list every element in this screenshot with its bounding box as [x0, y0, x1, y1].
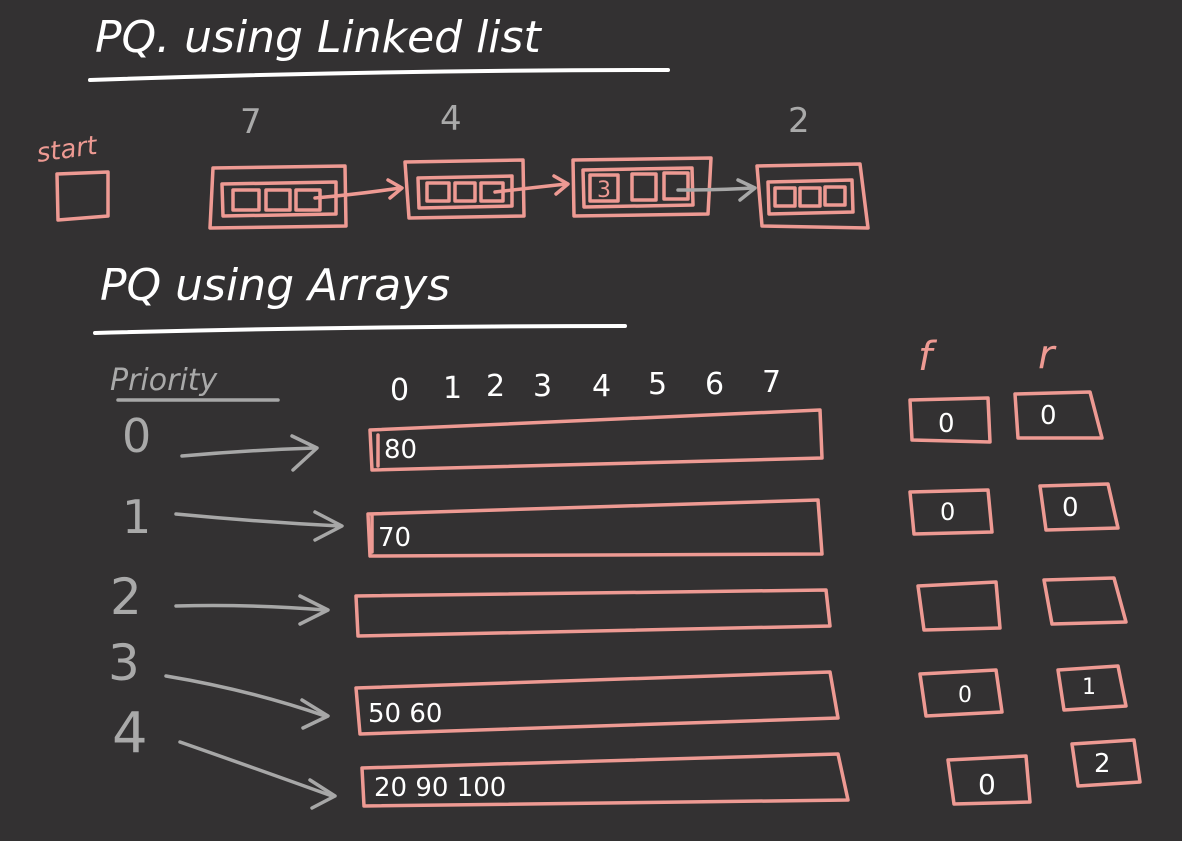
priority-arrow: [174, 510, 344, 542]
priority-arrow: [164, 674, 330, 730]
start-pointer-box: [55, 170, 110, 222]
array-contents: 70: [378, 523, 411, 553]
next-pointer-arrow: [493, 174, 570, 196]
index-label: 1: [443, 371, 462, 406]
priority-row: 0 80 0 0: [122, 390, 1104, 472]
priority-arrow: [178, 740, 337, 810]
front-value: 0: [978, 768, 996, 801]
priority-array: [354, 588, 832, 638]
priority-row: 1 70 0 0: [122, 482, 1120, 558]
linked-list-title: PQ. using Linked list: [95, 12, 542, 63]
node-value: 3: [597, 178, 611, 203]
rear-value: 2: [1094, 749, 1111, 779]
array-contents: 80: [384, 435, 417, 465]
priority-array: [368, 408, 824, 472]
index-label: 7: [762, 365, 781, 400]
arrays-title-underline: [93, 324, 627, 335]
rear-value: 0: [1062, 493, 1079, 523]
node-priority: 7: [240, 102, 262, 142]
priority-arrow: [174, 594, 330, 626]
index-label: 2: [486, 369, 505, 404]
index-label: 4: [592, 369, 611, 404]
index-label: 3: [533, 369, 552, 404]
node-priority: 2: [788, 101, 810, 141]
priority-row: 2: [110, 568, 1128, 638]
front-value: 0: [938, 409, 955, 439]
whiteboard: PQ. using Linked list start 7 4 2 3 PQ u…: [0, 0, 1182, 841]
index-label: 5: [648, 367, 667, 402]
priority-number: 2: [110, 568, 142, 626]
front-header: f: [918, 334, 938, 380]
priority-row: 4 50 60 0 1: [112, 664, 1128, 766]
priority-arrow: [180, 434, 319, 472]
priority-row: 20 90 100 0 2: [178, 738, 1142, 810]
rear-header: r: [1038, 332, 1057, 378]
rear-box: [1042, 576, 1128, 626]
priority-header: Priority: [110, 363, 219, 398]
index-label: 0: [390, 373, 409, 408]
linked-list-title-underline: [88, 68, 670, 82]
list-node: 3: [571, 156, 713, 218]
priority-number: 3: [108, 634, 140, 692]
front-value: 0: [940, 498, 955, 526]
rear-value: 1: [1082, 675, 1096, 700]
priority-number: 1: [122, 490, 151, 544]
array-contents: 50 60: [368, 699, 442, 729]
priority-number: 0: [122, 409, 151, 463]
front-value: 0: [958, 683, 972, 708]
priority-array: [366, 498, 824, 558]
rear-box: [1013, 390, 1104, 440]
priority-number: 4: [112, 701, 148, 766]
array-contents: 20 90 100: [374, 773, 506, 803]
start-label: start: [35, 131, 100, 169]
rear-value: 0: [1040, 401, 1057, 431]
node-priority: 4: [440, 99, 462, 139]
index-label: 6: [705, 367, 724, 402]
whiteboard-canvas: PQ. using Linked list start 7 4 2 3 PQ u…: [35, 12, 1142, 810]
array-index-labels: 0 1 2 3 4 5 6 7: [390, 365, 781, 408]
rear-box: [1038, 482, 1120, 532]
arrays-title: PQ using Arrays: [100, 260, 450, 311]
list-node: [755, 162, 870, 230]
front-box: [916, 580, 1002, 632]
